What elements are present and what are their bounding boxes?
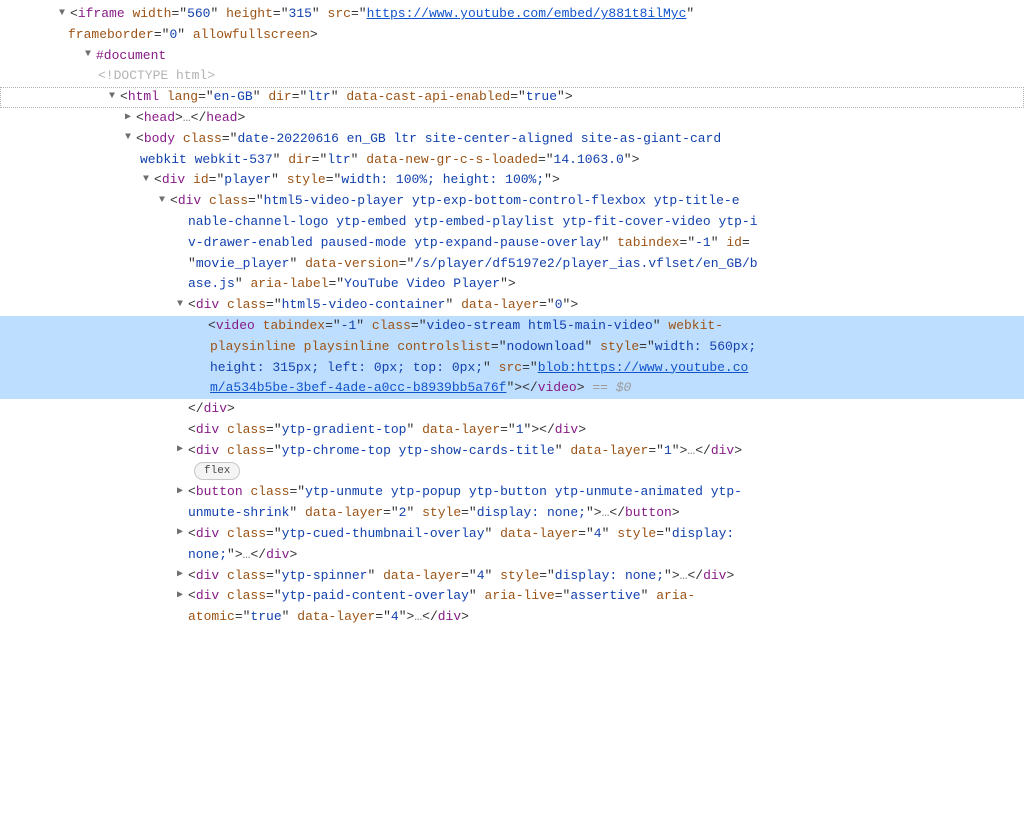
flex-badge: flex	[194, 462, 240, 480]
body-node-cont: webkit webkit-537" dir="ltr" data-new-gr…	[0, 150, 1024, 171]
iframe-node[interactable]: ▼<iframe width="560" height="315" src="h…	[0, 4, 1024, 25]
chevron-down-icon[interactable]: ▼	[106, 89, 118, 105]
video-container-node[interactable]: ▼<div class="html5-video-container" data…	[0, 295, 1024, 316]
movie-player-cont3: "movie_player" data-version="/s/player/d…	[0, 254, 1024, 275]
body-node[interactable]: ▼<body class="date-20220616 en_GB ltr si…	[0, 129, 1024, 150]
player-div-node[interactable]: ▼<div id="player" style="width: 100%; he…	[0, 170, 1024, 191]
gradient-top-node[interactable]: <div class="ytp-gradient-top" data-layer…	[0, 420, 1024, 441]
unmute-button-cont: unmute-shrink" data-layer="2" style="dis…	[0, 503, 1024, 524]
chevron-right-icon[interactable]: ▶	[174, 484, 186, 500]
selected-node-highlight: <video tabindex="-1" class="video-stream…	[0, 316, 1024, 399]
dom-tree: ▼<iframe width="560" height="315" src="h…	[0, 0, 1024, 632]
tag-name: iframe	[78, 6, 125, 21]
cued-overlay-cont: none;">…</div>	[0, 545, 1024, 566]
chevron-down-icon[interactable]: ▼	[82, 47, 94, 63]
video-node[interactable]: <video tabindex="-1" class="video-stream…	[0, 316, 1024, 337]
flex-badge-row: flex	[0, 462, 1024, 483]
chevron-down-icon[interactable]: ▼	[140, 172, 152, 188]
video-node-cont1: playsinline playsinline controlslist="no…	[0, 337, 1024, 358]
iframe-src-link[interactable]: https://www.youtube.com/embed/y881t8ilMy…	[367, 6, 687, 21]
movie-player-node[interactable]: ▼<div class="html5-video-player ytp-exp-…	[0, 191, 1024, 212]
paid-overlay-cont: atomic="true" data-layer="4">…</div>	[0, 607, 1024, 628]
close-div-node: </div>	[0, 399, 1024, 420]
chevron-down-icon[interactable]: ▼	[174, 297, 186, 313]
chevron-right-icon[interactable]: ▶	[174, 525, 186, 541]
document-node[interactable]: ▼#document	[0, 46, 1024, 67]
doctype-node: <!DOCTYPE html>	[0, 66, 1024, 87]
movie-player-cont2: v-drawer-enabled paused-mode ytp-expand-…	[0, 233, 1024, 254]
chrome-top-node[interactable]: ▶<div class="ytp-chrome-top ytp-show-car…	[0, 441, 1024, 462]
chevron-right-icon[interactable]: ▶	[174, 567, 186, 583]
video-node-cont2: height: 315px; left: 0px; top: 0px;" src…	[0, 358, 1024, 379]
paid-overlay-node[interactable]: ▶<div class="ytp-paid-content-overlay" a…	[0, 586, 1024, 607]
chevron-right-icon[interactable]: ▶	[122, 110, 134, 126]
html-node[interactable]: ▼<html lang="en-GB" dir="ltr" data-cast-…	[0, 87, 1024, 108]
selection-indicator: == $0	[585, 380, 632, 395]
video-src-link-cont[interactable]: m/a534b5be-3bef-4ade-a0cc-b8939bb5a76f	[210, 380, 506, 395]
chevron-down-icon[interactable]: ▼	[56, 6, 68, 22]
chevron-down-icon[interactable]: ▼	[122, 130, 134, 146]
head-node[interactable]: ▶<head>…</head>	[0, 108, 1024, 129]
cued-overlay-node[interactable]: ▶<div class="ytp-cued-thumbnail-overlay"…	[0, 524, 1024, 545]
unmute-button-node[interactable]: ▶<button class="ytp-unmute ytp-popup ytp…	[0, 482, 1024, 503]
chevron-down-icon[interactable]: ▼	[156, 193, 168, 209]
chevron-right-icon[interactable]: ▶	[174, 442, 186, 458]
chevron-right-icon[interactable]: ▶	[174, 588, 186, 604]
movie-player-cont4: ase.js" aria-label="YouTube Video Player…	[0, 274, 1024, 295]
movie-player-cont1: nable-channel-logo ytp-embed ytp-embed-p…	[0, 212, 1024, 233]
spinner-node[interactable]: ▶<div class="ytp-spinner" data-layer="4"…	[0, 566, 1024, 587]
video-node-cont3: m/a534b5be-3bef-4ade-a0cc-b8939bb5a76f">…	[0, 378, 1024, 399]
iframe-node-cont: frameborder="0" allowfullscreen>	[0, 25, 1024, 46]
video-src-link[interactable]: blob:https://www.youtube.co	[538, 360, 749, 375]
